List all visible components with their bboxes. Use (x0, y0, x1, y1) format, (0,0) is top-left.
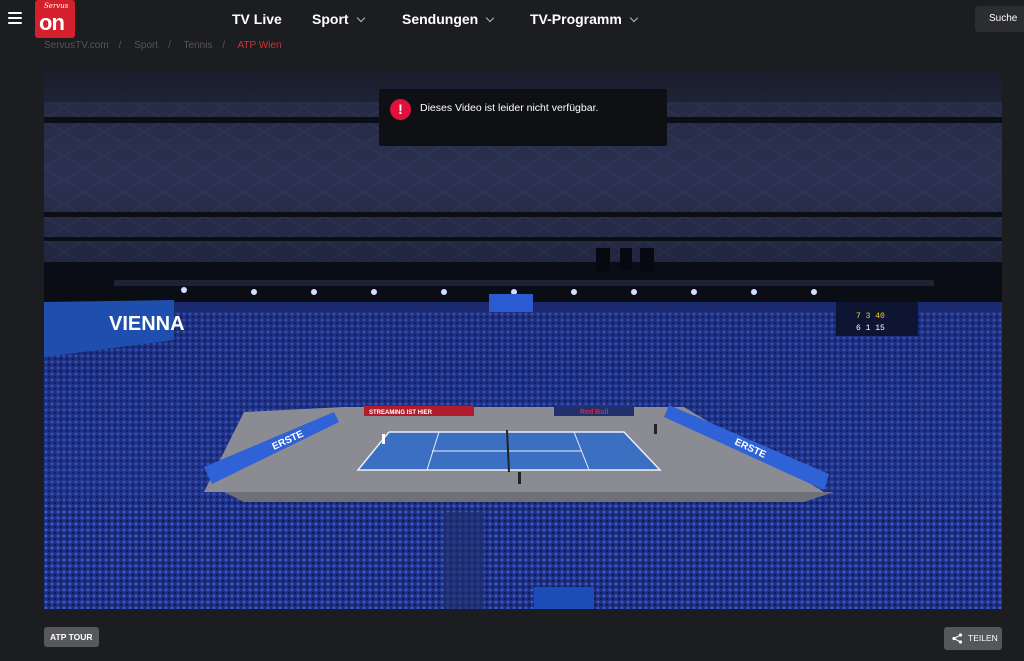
breadcrumb-separator: / (222, 40, 226, 50)
share-label: TEILEN (968, 633, 998, 643)
breadcrumb-item-current: ATP Wien (237, 40, 282, 50)
arena-poster-image: VIENNA 7 3 40 6 1 15 ERSTE ERSTE STREAMI… (44, 72, 1002, 609)
breadcrumb-item[interactable]: ServusTV.com (44, 40, 109, 50)
chevron-down-icon (356, 13, 365, 23)
svg-text:VIENNA: VIENNA (109, 313, 185, 335)
nav-item-tv-live[interactable]: TV Live (232, 11, 282, 27)
nav-item-label: Sport (312, 11, 349, 27)
chevron-down-icon (485, 13, 495, 23)
svg-text:6 1 15: 6 1 15 (856, 324, 885, 333)
svg-text:Red Bull: Red Bull (580, 409, 608, 416)
svg-text:7 3 40: 7 3 40 (856, 312, 885, 321)
search-button[interactable]: Suche (975, 6, 1024, 32)
alert-icon: ! (390, 99, 411, 120)
share-button[interactable]: TEILEN (944, 627, 1002, 650)
tag-atp-tour[interactable]: ATP TOUR (44, 627, 99, 647)
nav-item-label: TV Live (232, 11, 282, 27)
nav-item-sport[interactable]: Sport (312, 11, 365, 27)
nav-item-label: Sendungen (402, 11, 479, 27)
nav-item-sendungen[interactable]: Sendungen (402, 11, 495, 27)
hamburger-menu-icon[interactable] (8, 12, 22, 24)
breadcrumb: ServusTV.com / Sport / Tennis / ATP Wien (44, 40, 292, 50)
nav-item-tv-programm[interactable]: TV-Programm (530, 11, 639, 27)
logo-small-text: Servus (44, 2, 69, 10)
share-icon (952, 633, 963, 644)
servus-on-logo[interactable]: Servus on (35, 0, 75, 38)
chevron-down-icon (629, 13, 639, 23)
breadcrumb-item[interactable]: Tennis (184, 40, 213, 50)
breadcrumb-separator: / (118, 40, 122, 50)
top-navigation-bar: Servus on TV Live Sport Sendungen TV-Pro… (0, 0, 1024, 40)
breadcrumb-separator: / (168, 40, 171, 50)
breadcrumb-item[interactable]: Sport (134, 40, 158, 50)
logo-big-text: on (39, 10, 65, 35)
error-message: Dieses Video ist leider nicht verfügbar. (420, 102, 599, 114)
video-player[interactable]: VIENNA 7 3 40 6 1 15 ERSTE ERSTE STREAMI… (44, 72, 1002, 609)
video-error-toast: ! Dieses Video ist leider nicht verfügba… (379, 89, 667, 146)
nav-item-label: TV-Programm (530, 11, 622, 27)
svg-text:STREAMING IST HIER: STREAMING IST HIER (369, 410, 433, 416)
